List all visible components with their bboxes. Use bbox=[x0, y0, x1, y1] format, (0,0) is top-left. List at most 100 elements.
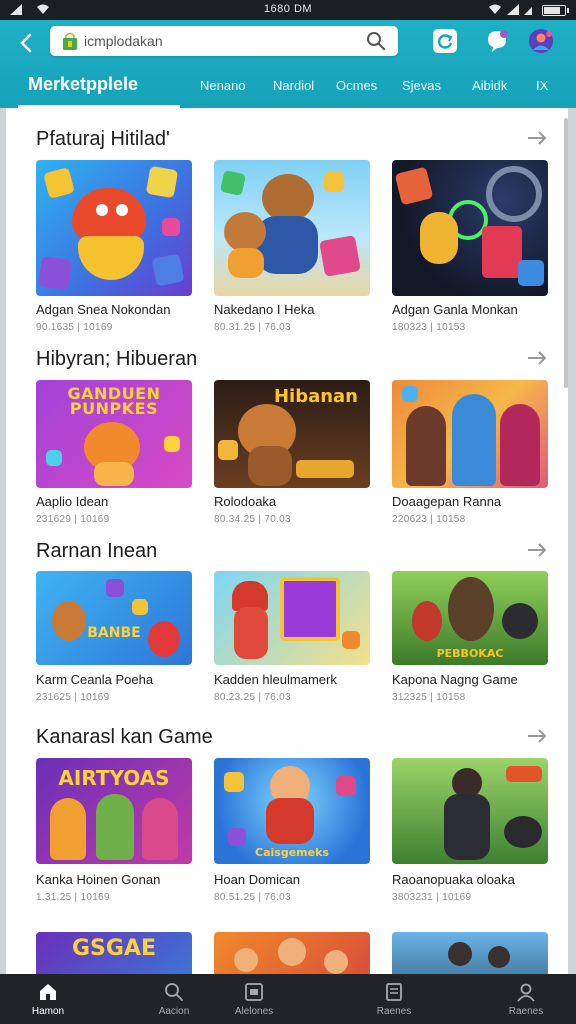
app-name: Kapona Nagng Game bbox=[392, 672, 518, 687]
app-thumbnail bbox=[36, 160, 192, 296]
game-headline: AIRTYOAS bbox=[58, 766, 170, 790]
app-card[interactable]: Kadden hleulmamerk 80.23.25 | 76.03 bbox=[214, 571, 370, 703]
app-card[interactable] bbox=[392, 932, 548, 974]
app-thumbnail bbox=[214, 571, 370, 665]
nav-label: Raenes bbox=[376, 1006, 412, 1017]
nav-apps[interactable]: Alelones bbox=[206, 974, 302, 1024]
search-icon[interactable] bbox=[366, 31, 386, 51]
app-card[interactable] bbox=[214, 932, 370, 974]
app-name: Nakedano I Heka bbox=[214, 302, 315, 317]
app-meta: 180323 | 10153 bbox=[392, 322, 466, 333]
arrow-right-icon[interactable] bbox=[526, 350, 548, 366]
app-thumbnail: BANBE bbox=[36, 571, 192, 665]
app-header: Merketpplele Nenano Nardiol Ocmes Sjevas… bbox=[0, 20, 576, 108]
app-name: Karm Ceanla Poeha bbox=[36, 672, 154, 687]
app-thumbnail bbox=[392, 380, 548, 488]
bottom-navigation: Hamon Aacion Alelones Raenes Raenes bbox=[0, 974, 576, 1024]
section-title: Kanarasl kan Game bbox=[36, 726, 213, 748]
wifi-icon bbox=[489, 4, 501, 14]
status-bar: 1680 DM bbox=[0, 0, 576, 20]
tab-item[interactable]: Nardiol bbox=[273, 78, 314, 93]
nav-label: Raenes bbox=[508, 1006, 544, 1017]
tab-item[interactable]: Nenano bbox=[200, 78, 246, 93]
tab-marketplace[interactable]: Merketpplele bbox=[28, 74, 138, 95]
app-thumbnail bbox=[392, 160, 548, 296]
game-headline: Hibanan bbox=[273, 386, 358, 407]
app-name: Aaplio Idean bbox=[36, 494, 109, 509]
app-card[interactable]: GANDUEN PUNPKES Aaplio Idean 231629 | 10… bbox=[36, 380, 192, 525]
app-name: Raoanopuaka oloaka bbox=[392, 872, 515, 887]
store-bag-icon bbox=[63, 32, 77, 50]
nav-profile[interactable]: Raenes bbox=[478, 974, 574, 1024]
search-input[interactable] bbox=[84, 30, 364, 52]
app-card[interactable]: Hibanan Rolodoaka 80.34.25 | 70.03 bbox=[214, 380, 370, 525]
section-games: Kanarasl kan Game AIRTYOAS Kanka Hoinen … bbox=[6, 726, 568, 926]
search-bar[interactable] bbox=[50, 26, 398, 56]
app-thumbnail bbox=[214, 932, 370, 974]
app-card[interactable]: Adgan Snea Nokondan 90.1635 | 10169 bbox=[36, 160, 192, 333]
app-meta: 80.31.25 | 76.03 bbox=[214, 322, 291, 333]
game-headline: GSGAE bbox=[71, 936, 156, 961]
battery-icon bbox=[542, 5, 569, 16]
app-card[interactable]: Raoanopuaka oloaka 3803231 | 10169 bbox=[392, 758, 548, 903]
app-name: Kadden hleulmamerk bbox=[214, 672, 337, 687]
section-title: Rarnan Inean bbox=[36, 540, 158, 562]
app-thumbnail: Caisgemeks bbox=[214, 758, 370, 864]
app-thumbnail: GANDUEN PUNPKES bbox=[36, 380, 192, 488]
arrow-right-icon[interactable] bbox=[526, 542, 548, 558]
section-title: Pfaturaj Hitilad' bbox=[36, 128, 170, 150]
app-card[interactable]: GSGAE bbox=[36, 932, 192, 974]
app-meta: 231625 | 10169 bbox=[36, 692, 110, 703]
app-card[interactable]: AIRTYOAS Kanka Hoinen Gonan 1.31.25 | 10… bbox=[36, 758, 192, 903]
nav-label: Alelones bbox=[234, 1006, 274, 1017]
tab-item[interactable]: Aibidk bbox=[472, 78, 507, 93]
nav-home[interactable]: Hamon bbox=[0, 974, 96, 1024]
tab-item[interactable]: IX bbox=[536, 78, 548, 93]
tab-item[interactable]: Ocmes bbox=[336, 78, 377, 93]
app-meta: 80.51.25 | 76.03 bbox=[214, 892, 291, 903]
refresh-icon[interactable] bbox=[432, 28, 458, 54]
app-meta: 220623 | 10158 bbox=[392, 514, 466, 525]
search-icon bbox=[165, 983, 183, 1001]
app-thumbnail: Hibanan bbox=[214, 380, 370, 488]
back-icon[interactable] bbox=[14, 30, 40, 56]
signal-icon bbox=[524, 7, 532, 15]
app-thumbnail bbox=[392, 758, 548, 864]
app-card[interactable]: Caisgemeks Hoan Domican 80.51.25 | 76.03 bbox=[214, 758, 370, 903]
home-icon bbox=[40, 984, 56, 1000]
section-partial: GSGAE bbox=[6, 932, 568, 974]
apps-icon bbox=[245, 983, 263, 1001]
app-card[interactable]: PEBBOKAC Kapona Nagng Game 312325 | 1015… bbox=[392, 571, 548, 703]
section-featured: Pfaturaj Hitilad' Adgan Snea Nokondan 90… bbox=[6, 128, 568, 333]
app-meta: 1.31.25 | 10169 bbox=[36, 892, 110, 903]
app-name: Kanka Hoinen Gonan bbox=[36, 872, 161, 887]
app-name: Hoan Domican bbox=[214, 872, 300, 887]
app-meta: 312325 | 10158 bbox=[392, 692, 466, 703]
app-thumbnail bbox=[214, 160, 370, 296]
app-card[interactable]: Nakedano I Heka 80.31.25 | 76.03 bbox=[214, 160, 370, 333]
app-meta: 80.34.25 | 70.03 bbox=[214, 514, 291, 525]
app-card[interactable]: Doaagepan Ranna 220623 | 10158 bbox=[392, 380, 548, 525]
app-card[interactable]: Adgan Ganla Monkan 180323 | 10153 bbox=[392, 160, 548, 333]
app-card[interactable]: BANBE Karm Ceanla Poeha 231625 | 10169 bbox=[36, 571, 192, 703]
library-icon bbox=[386, 983, 402, 1001]
game-headline: PEBBOKAC bbox=[436, 647, 504, 660]
section-entertainment: Hibyran; Hibueran GANDUEN PUNPKES Aaplio… bbox=[6, 348, 568, 528]
nav-library[interactable]: Raenes bbox=[346, 974, 442, 1024]
profile-icon bbox=[517, 983, 535, 1002]
tab-item[interactable]: Sjevas bbox=[402, 78, 441, 93]
section-title: Hibyran; Hibueran bbox=[36, 348, 198, 370]
nav-label: Hamon bbox=[31, 1006, 65, 1017]
arrow-right-icon[interactable] bbox=[526, 130, 548, 146]
app-name: Adgan Snea Nokondan bbox=[36, 302, 171, 317]
content-scroll-area[interactable]: Pfaturaj Hitilad' Adgan Snea Nokondan 90… bbox=[6, 108, 568, 974]
app-meta: 80.23.25 | 76.03 bbox=[214, 692, 291, 703]
app-name: Doaagepan Ranna bbox=[392, 494, 502, 509]
chat-icon[interactable] bbox=[484, 28, 510, 54]
category-tabs: Merketpplele Nenano Nardiol Ocmes Sjevas… bbox=[0, 64, 576, 108]
app-name: Adgan Ganla Monkan bbox=[392, 302, 518, 317]
game-headline: Caisgemeks bbox=[255, 846, 329, 859]
arrow-right-icon[interactable] bbox=[526, 728, 548, 744]
account-icon[interactable] bbox=[528, 28, 554, 54]
app-meta: 3803231 | 10169 bbox=[392, 892, 472, 903]
